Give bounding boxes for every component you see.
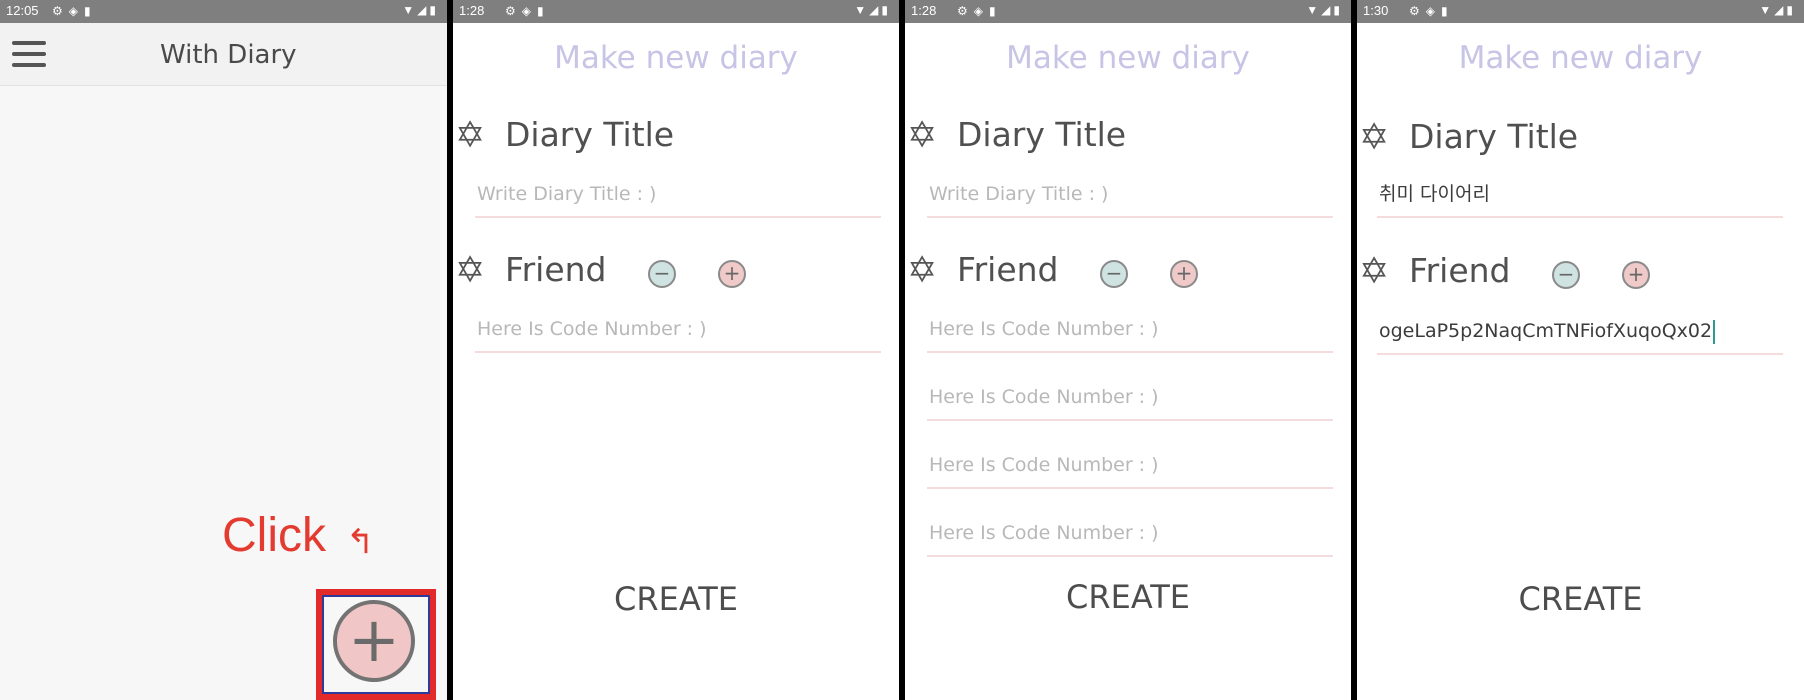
status-signal-battery-icons: ▼◢▮ bbox=[1759, 3, 1796, 17]
diary-title-label: Diary Title bbox=[505, 115, 675, 154]
status-time: 1:30 bbox=[1363, 3, 1389, 18]
remove-friend-button[interactable]: − bbox=[648, 260, 676, 288]
add-friend-button[interactable]: + bbox=[718, 260, 746, 288]
plus-icon: + bbox=[348, 603, 400, 676]
status-bar: 1:30 ⚙◈▮ ▼◢▮ bbox=[1357, 0, 1804, 23]
create-button[interactable]: CREATE bbox=[453, 580, 899, 618]
create-button[interactable]: CREATE bbox=[1357, 580, 1804, 618]
friend-code-input[interactable]: ogeLaP5p2NaqCmTNFiofXuqoQx02 bbox=[1377, 317, 1783, 355]
diary-title-label: Diary Title bbox=[1409, 117, 1579, 156]
diary-title-input[interactable]: 취미 다이어리 bbox=[1377, 180, 1783, 218]
friend-label: Friend bbox=[505, 250, 607, 289]
friend-label: Friend bbox=[1409, 251, 1511, 290]
app-bar: With Diary bbox=[0, 23, 447, 86]
friend-code-input[interactable]: Here Is Code Number : ) bbox=[927, 451, 1333, 489]
page-title: Make new diary bbox=[554, 40, 798, 76]
friend-code-input[interactable]: Here Is Code Number : ) bbox=[475, 315, 881, 353]
friend-code-value: ogeLaP5p2NaqCmTNFiofXuqoQx02 bbox=[1379, 320, 1713, 342]
add-friend-button[interactable]: + bbox=[1622, 261, 1650, 289]
app-title: With Diary bbox=[160, 40, 297, 70]
status-notification-icons: ⚙◈▮ bbox=[505, 4, 550, 18]
minus-icon: − bbox=[653, 261, 671, 285]
make-diary-screen: 1:28 ⚙◈▮ ▼◢▮ Make new diary ✡ Diary Titl… bbox=[905, 0, 1351, 700]
status-signal-battery-icons: ▼◢▮ bbox=[1306, 3, 1343, 17]
plus-icon: + bbox=[1175, 261, 1193, 285]
diary-title-input[interactable]: Write Diary Title : ) bbox=[927, 180, 1333, 218]
status-bar: 12:05 ⚙◈▮ ▼◢▮ bbox=[0, 0, 447, 23]
status-signal-battery-icons: ▼◢▮ bbox=[854, 3, 891, 17]
minus-icon: − bbox=[1105, 261, 1123, 285]
remove-friend-button[interactable]: − bbox=[1100, 260, 1128, 288]
hamburger-icon[interactable] bbox=[12, 41, 46, 67]
status-bar: 1:28 ⚙◈▮ ▼◢▮ bbox=[905, 0, 1351, 23]
minus-icon: − bbox=[1557, 262, 1575, 286]
status-signal-battery-icons: ▼◢▮ bbox=[402, 3, 439, 17]
create-button[interactable]: CREATE bbox=[905, 578, 1351, 616]
diary-title-label: Diary Title bbox=[957, 115, 1127, 154]
diary-title-input[interactable]: Write Diary Title : ) bbox=[475, 180, 881, 218]
star-icon: ✡ bbox=[907, 250, 938, 291]
friend-code-input[interactable]: Here Is Code Number : ) bbox=[927, 315, 1333, 353]
status-notification-icons: ⚙◈▮ bbox=[957, 4, 1002, 18]
make-diary-screen: 1:28 ⚙◈▮ ▼◢▮ Make new diary ✡ Diary Titl… bbox=[453, 0, 899, 700]
status-notification-icons: ⚙◈▮ bbox=[52, 4, 97, 18]
friend-label: Friend bbox=[957, 250, 1059, 289]
make-diary-screen: 1:30 ⚙◈▮ ▼◢▮ Make new diary ✡ Diary Titl… bbox=[1357, 0, 1804, 700]
status-time: 1:28 bbox=[911, 3, 937, 18]
star-icon: ✡ bbox=[1359, 117, 1390, 158]
status-time: 1:28 bbox=[459, 3, 485, 18]
plus-icon: + bbox=[1627, 262, 1645, 286]
friend-code-input[interactable]: Here Is Code Number : ) bbox=[927, 383, 1333, 421]
remove-friend-button[interactable]: − bbox=[1552, 261, 1580, 289]
status-bar: 1:28 ⚙◈▮ ▼◢▮ bbox=[453, 0, 899, 23]
friend-code-input[interactable]: Here Is Code Number : ) bbox=[927, 519, 1333, 557]
status-time: 12:05 bbox=[6, 3, 39, 18]
star-icon: ✡ bbox=[907, 115, 938, 156]
arrow-icon: ↰ bbox=[346, 522, 375, 562]
star-icon: ✡ bbox=[455, 250, 486, 291]
home-screen: 12:05 ⚙◈▮ ▼◢▮ With Diary Click ↰ + bbox=[0, 0, 447, 700]
add-friend-button[interactable]: + bbox=[1170, 260, 1198, 288]
star-icon: ✡ bbox=[1359, 251, 1390, 292]
plus-icon: + bbox=[723, 261, 741, 285]
click-annotation: Click bbox=[222, 509, 326, 562]
page-title: Make new diary bbox=[1006, 40, 1250, 76]
add-diary-button[interactable]: + bbox=[333, 600, 415, 682]
text-cursor bbox=[1713, 319, 1716, 344]
page-title: Make new diary bbox=[1458, 40, 1703, 76]
star-icon: ✡ bbox=[455, 115, 486, 156]
status-notification-icons: ⚙◈▮ bbox=[1409, 4, 1454, 18]
